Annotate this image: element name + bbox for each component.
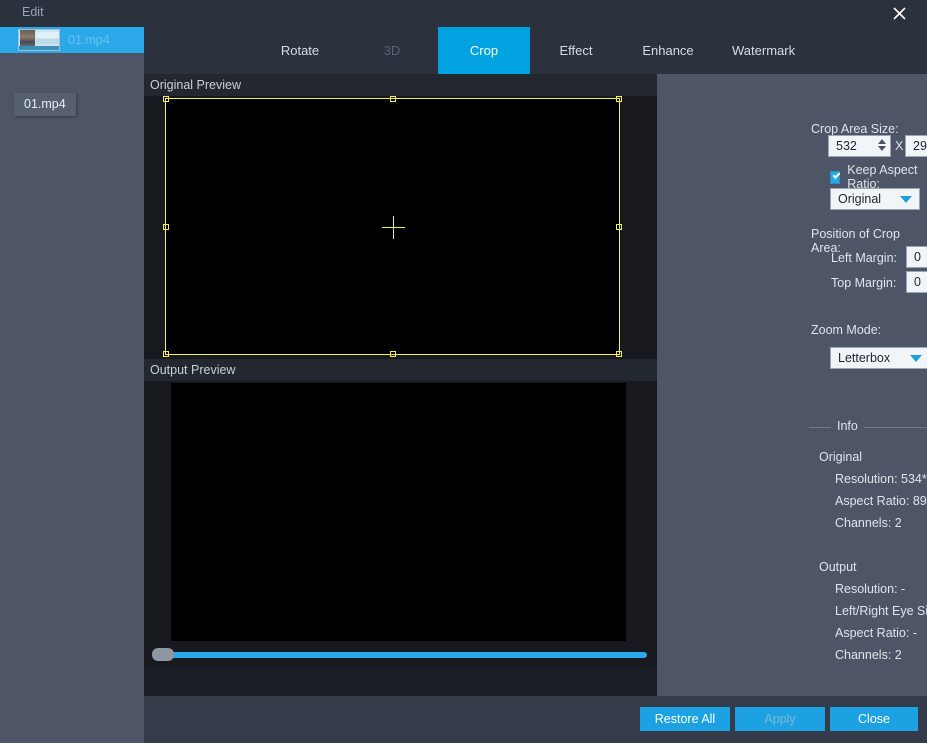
top-margin-stepper[interactable]: 0 — [906, 271, 927, 293]
seek-track[interactable] — [154, 652, 647, 658]
info-output-channels: Channels: 2 — [835, 648, 902, 662]
crop-handle-top-center[interactable] — [389, 96, 396, 102]
left-margin-stepper[interactable]: 0 — [906, 246, 927, 268]
crop-width-stepper[interactable]: 532 — [828, 135, 891, 157]
keep-aspect-ratio-checkbox[interactable] — [830, 170, 841, 184]
crop-handle-bottom-left[interactable] — [163, 351, 169, 357]
crop-options-panel: Crop Area Size: 532 X 298 Keep Aspect Ra… — [657, 74, 927, 743]
file-name-tooltip: 01.mp4 — [14, 93, 76, 116]
keep-aspect-ratio-label: Keep Aspect Ratio: — [847, 163, 918, 191]
info-output-eye-size: Left/Right Eye Size: - — [835, 604, 927, 618]
tab-crop[interactable]: Crop — [438, 27, 530, 74]
restore-all-button[interactable]: Restore All — [640, 707, 730, 731]
info-divider — [809, 427, 927, 428]
info-output-heading: Output — [819, 560, 857, 574]
info-output-aspect-ratio: Aspect Ratio: - — [835, 626, 917, 640]
crop-handle-bottom-center[interactable] — [389, 351, 396, 357]
tab-enhance[interactable]: Enhance — [622, 27, 714, 74]
top-margin-label: Top Margin: — [831, 276, 897, 290]
crop-handle-top-left[interactable] — [163, 96, 169, 102]
crop-center-crosshair-icon — [381, 215, 405, 239]
file-list-sidebar: 01.mp4 01.mp4 — [0, 27, 144, 743]
output-preview-stage — [144, 381, 657, 643]
crop-handle-top-right[interactable] — [616, 96, 622, 102]
crop-handle-bottom-right[interactable] — [616, 351, 622, 357]
keep-aspect-ratio-row[interactable]: Keep Aspect Ratio: — [830, 163, 927, 191]
preview-column: Original Preview Output Preview — [144, 74, 657, 743]
info-original-resolution: Resolution: 534*300 — [835, 472, 927, 486]
aspect-ratio-value: Original — [838, 192, 882, 206]
video-thumbnail-icon — [18, 29, 60, 51]
chevron-down-icon — [900, 195, 912, 203]
dialog-footer: Restore All Apply Close — [144, 696, 927, 743]
zoom-mode-value: Letterbox — [838, 351, 891, 365]
check-icon — [832, 170, 841, 179]
tab-rotate[interactable]: Rotate — [254, 27, 346, 74]
main-panel: Rotate 3D Crop Effect Enhance Watermark … — [144, 27, 927, 743]
list-item[interactable]: 01.mp4 — [0, 27, 144, 53]
zoom-mode-label: Zoom Mode: — [811, 323, 882, 337]
crop-area-size-label: Crop Area Size: — [811, 122, 899, 136]
original-preview-caption: Original Preview — [144, 74, 657, 96]
left-margin-label: Left Margin: — [831, 251, 898, 265]
seek-handle[interactable] — [152, 648, 174, 661]
crop-height-value: 298 — [913, 139, 927, 153]
tab-watermark[interactable]: Watermark — [714, 27, 813, 74]
tab-effect[interactable]: Effect — [530, 27, 622, 74]
size-separator-label: X — [895, 139, 904, 153]
close-dialog-button[interactable]: Close — [830, 707, 918, 731]
edit-tab-bar: Rotate 3D Crop Effect Enhance Watermark — [144, 27, 927, 74]
close-icon — [892, 7, 906, 20]
seek-bar[interactable] — [144, 643, 657, 667]
info-output-resolution: Resolution: - — [835, 582, 906, 596]
info-legend-label: Info — [831, 419, 864, 433]
crop-width-value: 532 — [836, 139, 857, 153]
crop-selection-rectangle[interactable] — [163, 96, 622, 357]
crop-height-stepper[interactable]: 298 — [905, 135, 927, 157]
title-bar: Edit — [0, 0, 927, 27]
original-preview-stage[interactable] — [144, 96, 657, 359]
output-preview-caption: Output Preview — [144, 359, 657, 381]
file-name-label: 01.mp4 — [68, 33, 110, 47]
crop-handle-middle-left[interactable] — [163, 223, 169, 230]
crop-width-stepper-arrows[interactable] — [878, 139, 886, 151]
aspect-ratio-dropdown[interactable]: Original — [830, 188, 920, 210]
left-margin-value: 0 — [914, 250, 921, 264]
tab-3d: 3D — [383, 43, 401, 58]
chevron-down-icon — [910, 354, 922, 362]
info-original-channels: Channels: 2 — [835, 516, 902, 530]
output-video-surface — [171, 383, 626, 641]
info-original-heading: Original — [819, 450, 863, 464]
apply-button: Apply — [735, 707, 825, 731]
info-original-aspect-ratio: Aspect Ratio: 89:50 — [835, 494, 927, 508]
zoom-mode-dropdown[interactable]: Letterbox — [830, 347, 927, 369]
window-title: Edit — [22, 5, 44, 19]
crop-handle-middle-right[interactable] — [616, 223, 622, 230]
close-button[interactable] — [879, 0, 919, 27]
top-margin-value: 0 — [914, 275, 921, 289]
